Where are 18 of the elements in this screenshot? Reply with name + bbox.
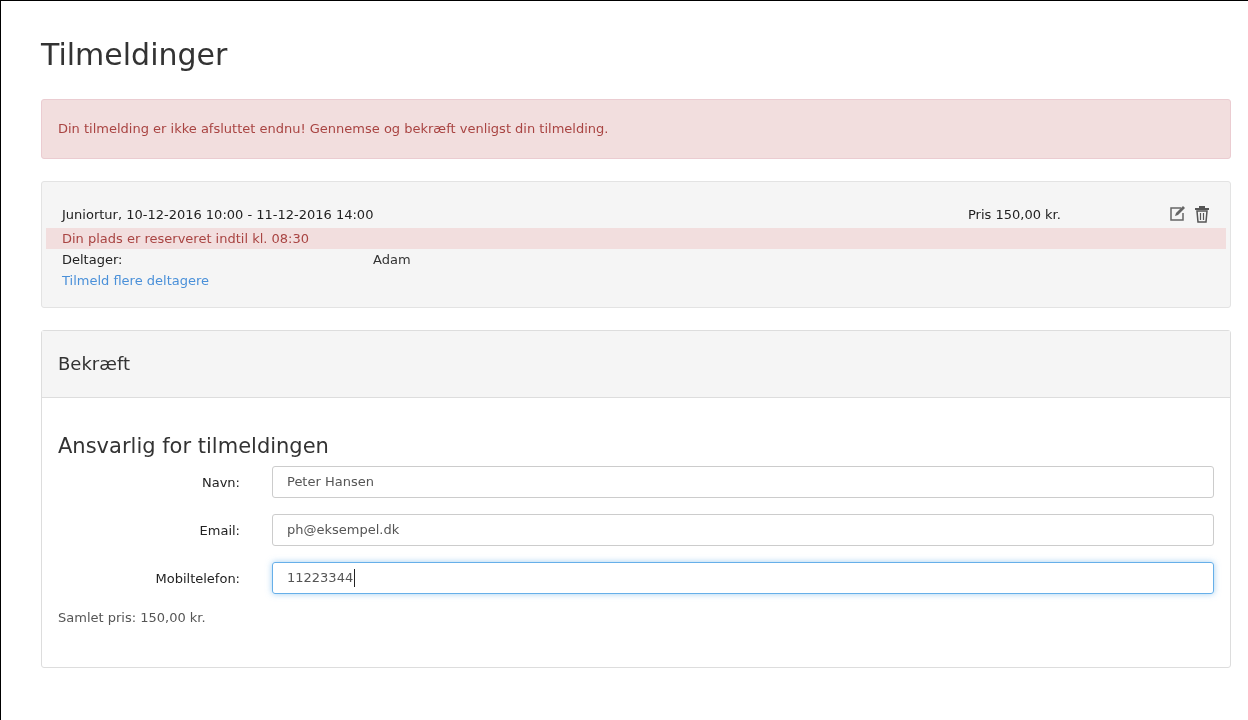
total-price: Samlet pris: 150,00 kr. xyxy=(58,610,207,625)
event-price: Pris 150,00 kr. xyxy=(968,206,1062,222)
field-label: Mobiltelefon: xyxy=(154,570,241,586)
reservation-notice: Din plads er reserveret indtil kl. 08:30 xyxy=(46,228,1226,249)
edit-icon[interactable] xyxy=(1168,205,1188,223)
event-title: Juniortur, 10-12-2016 10:00 - 11-12-2016 14:00 xyxy=(62,206,375,222)
panel-header: Bekræft xyxy=(42,331,1230,398)
alert-message: Din tilmelding er ikke afsluttet endnu! Gennemse og bekræft venligst din tilmelding. xyxy=(41,99,1231,159)
field-label: Navn: xyxy=(201,474,241,490)
input-field[interactable]: Peter Hansen xyxy=(272,466,1214,498)
trash-icon[interactable] xyxy=(1194,205,1210,223)
field-label: Email: xyxy=(198,522,241,538)
input-field[interactable]: ph@eksempel.dk xyxy=(272,514,1214,546)
section-title: Ansvarlig for tilmeldingen xyxy=(58,433,330,460)
participant-name: Adam xyxy=(373,252,411,267)
page-title: Tilmeldinger xyxy=(41,36,229,74)
input-field[interactable]: 11223344 xyxy=(272,562,1214,594)
participant-label: Deltager: xyxy=(62,252,124,267)
